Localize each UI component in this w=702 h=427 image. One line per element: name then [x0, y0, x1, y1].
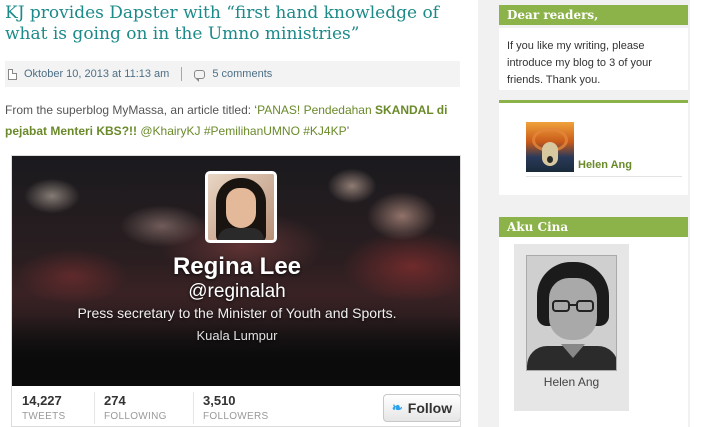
stat-followers-value: 3,510: [203, 393, 236, 408]
aku-cina-photo[interactable]: [526, 255, 617, 371]
profile-handle[interactable]: @reginalah: [12, 281, 460, 303]
profile-bio: Press secretary to the Minister of Youth…: [77, 305, 397, 321]
post-title[interactable]: KJ provides Dapster with “first hand kno…: [5, 3, 465, 45]
author-avatar[interactable]: [526, 122, 574, 172]
twitter-bird-icon: ❧: [391, 400, 403, 415]
intro-suffix: ’: [346, 124, 350, 138]
dear-readers-header: Dear readers,: [499, 5, 688, 25]
aku-cina-header: Aku Cina: [499, 217, 688, 237]
meta-divider: [181, 67, 183, 81]
stat-divider: [193, 392, 194, 424]
stat-following[interactable]: 274 FOLLOWING: [104, 393, 167, 422]
dear-readers-widget: If you like my writing, please introduce…: [499, 28, 688, 90]
article-link-text-a[interactable]: PANAS! Pendedahan: [257, 103, 375, 117]
twitter-profile-card: Regina Lee @reginalah Press secretary to…: [11, 155, 461, 427]
profile-location: Kuala Lumpur: [196, 328, 278, 343]
article-link-text-b[interactable]: @KhairyKJ #PemilihanUMNO #KJ4KP: [137, 124, 346, 138]
stat-following-value: 274: [104, 393, 126, 408]
intro-prefix: From the superblog MyMassa, an article t…: [5, 103, 258, 117]
stat-divider: [94, 392, 95, 424]
profile-name[interactable]: Regina Lee: [12, 253, 460, 281]
aku-cina-photo-frame: Helen Ang: [514, 244, 629, 411]
stat-following-label: FOLLOWING: [104, 411, 167, 422]
stat-tweets-value: 14,227: [22, 393, 62, 408]
comment-icon: [194, 69, 206, 82]
stat-followers-label: FOLLOWERS: [203, 411, 269, 422]
banner-crowd-shade: [12, 316, 460, 386]
follow-button[interactable]: ❧ Follow: [383, 394, 460, 422]
post-intro: From the superblog MyMassa, an article t…: [5, 100, 460, 142]
follow-button-label: Follow: [407, 400, 453, 416]
profile-stats-bar: 14,227 TWEETS 274 FOLLOWING 3,510 FOLLOW…: [12, 386, 460, 426]
dear-readers-text: If you like my writing, please introduce…: [507, 40, 652, 86]
profile-avatar[interactable]: [205, 171, 277, 243]
main-column: KJ provides Dapster with “first hand kno…: [0, 0, 470, 427]
profile-banner: Regina Lee @reginalah Press secretary to…: [12, 156, 460, 386]
stat-tweets[interactable]: 14,227 TWEETS: [22, 393, 65, 422]
author-name[interactable]: Helen Ang: [578, 159, 632, 171]
stat-tweets-label: TWEETS: [22, 411, 66, 422]
stat-followers[interactable]: 3,510 FOLLOWERS: [203, 393, 269, 422]
document-icon: [8, 68, 17, 80]
author-profile[interactable]: Helen Ang: [526, 122, 682, 177]
post-date[interactable]: Oktober 10, 2013 at 11:13 am: [24, 68, 169, 80]
comments-link[interactable]: 5 comments: [212, 68, 272, 80]
post-meta-bar: Oktober 10, 2013 at 11:13 am 5 comments: [5, 61, 460, 87]
sidebar-edge: [690, 0, 702, 427]
aku-cina-caption: Helen Ang: [543, 375, 600, 389]
